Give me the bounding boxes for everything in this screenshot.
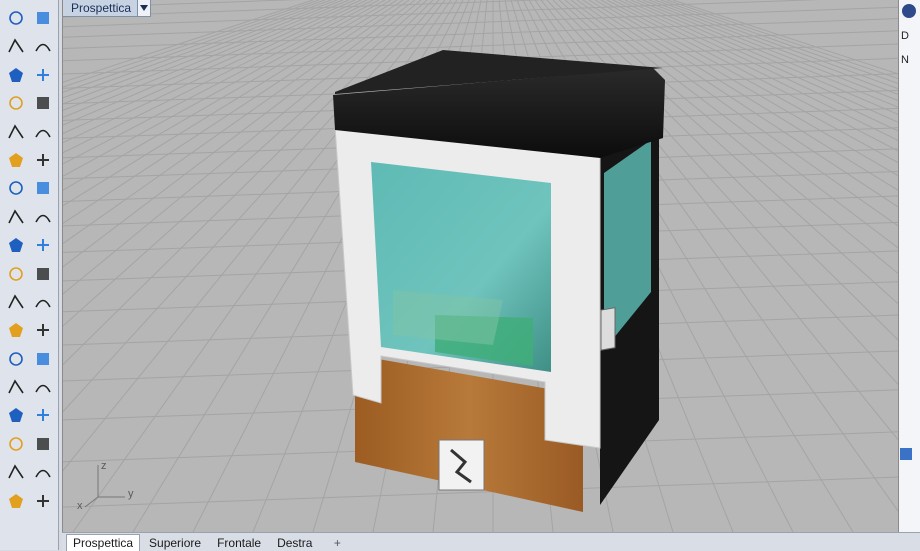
ellipse-icon[interactable]	[29, 61, 56, 89]
circle-icon[interactable]	[2, 61, 29, 89]
rectangle-icon[interactable]	[29, 89, 56, 117]
box-solid-icon[interactable]	[2, 174, 29, 202]
freeform-surface-icon[interactable]	[2, 146, 29, 174]
tab-prospettica[interactable]: Prospettica	[66, 534, 141, 551]
material-icon[interactable]	[29, 487, 56, 515]
left-toolbar	[0, 0, 59, 550]
panel-row-1[interactable]: D	[901, 30, 909, 42]
panel-logo-icon	[902, 4, 916, 18]
axis-label-x: x	[77, 500, 83, 512]
align-icon[interactable]	[29, 373, 56, 401]
viewport-scene	[63, 0, 898, 532]
polyline-icon[interactable]	[2, 32, 29, 60]
tab-destra[interactable]: Destra	[270, 534, 319, 551]
chevron-down-icon	[140, 5, 149, 11]
viewport-tabs: Prospettica Superiore Frontale Destra +	[62, 532, 920, 551]
group-icon[interactable]	[2, 373, 29, 401]
point-icon[interactable]	[29, 4, 56, 32]
tab-superiore[interactable]: Superiore	[142, 534, 208, 551]
loft-icon[interactable]	[29, 146, 56, 174]
viewport-title[interactable]: Prospettica	[63, 1, 137, 15]
array-icon[interactable]	[2, 430, 29, 458]
sphere-solid-icon[interactable]	[29, 174, 56, 202]
viewport-menu-dropdown[interactable]	[137, 0, 151, 16]
point-cloud-icon[interactable]	[29, 288, 56, 316]
hatch-icon[interactable]	[29, 401, 56, 429]
toolbar-button-grid	[2, 4, 56, 515]
add-tab-button[interactable]: +	[321, 534, 353, 551]
panel-row-2[interactable]: N	[901, 54, 909, 66]
dimension-icon[interactable]	[29, 345, 56, 373]
trim-icon[interactable]	[2, 260, 29, 288]
explode-icon[interactable]	[29, 231, 56, 259]
viewport-title-bar[interactable]: Prospettica	[63, 0, 152, 17]
fillet-curve-icon[interactable]	[29, 118, 56, 146]
axis-label-y: y	[128, 488, 134, 500]
analyze-icon[interactable]	[2, 458, 29, 486]
split-icon[interactable]	[29, 260, 56, 288]
render-icon[interactable]	[2, 487, 29, 515]
transform-icon[interactable]	[29, 430, 56, 458]
cylinder-solid-icon[interactable]	[2, 203, 29, 231]
axis-label-z: z	[101, 460, 107, 472]
tab-frontale[interactable]: Frontale	[210, 534, 268, 551]
arc-icon[interactable]	[2, 89, 29, 117]
text-icon[interactable]	[2, 345, 29, 373]
blend-icon[interactable]	[29, 316, 56, 344]
right-panel: D N	[898, 0, 920, 532]
curve-icon[interactable]	[29, 32, 56, 60]
perspective-viewport[interactable]: z y x Prospettica	[62, 0, 898, 532]
gear-tool-icon[interactable]	[2, 231, 29, 259]
plane-surface-icon[interactable]	[29, 203, 56, 231]
boolean-icon[interactable]	[2, 288, 29, 316]
cabinet-model	[333, 50, 665, 512]
offset-icon[interactable]	[2, 316, 29, 344]
block-icon[interactable]	[2, 401, 29, 429]
check-icon[interactable]	[29, 458, 56, 486]
select-arrow-icon[interactable]	[2, 4, 29, 32]
polygon-icon[interactable]	[2, 118, 29, 146]
panel-selected-icon[interactable]	[900, 448, 912, 460]
